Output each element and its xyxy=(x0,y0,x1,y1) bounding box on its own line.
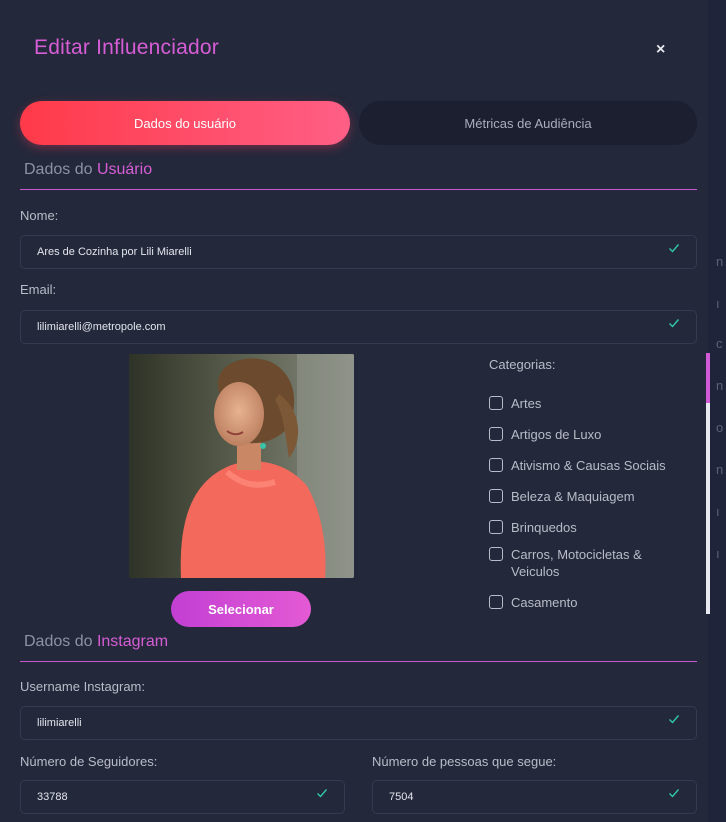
background-text-fragment: ı xyxy=(716,296,720,311)
following-value: 7504 xyxy=(389,791,414,803)
checkbox[interactable] xyxy=(489,547,503,561)
category-item-beleza[interactable]: Beleza & Maquiagem xyxy=(489,488,687,505)
email-field[interactable]: lilimiarelli@metropole.com xyxy=(20,310,697,344)
check-icon xyxy=(669,244,680,253)
background-text-fragment: n xyxy=(716,462,724,477)
background-text-fragment: n xyxy=(716,254,724,269)
name-field[interactable]: Ares de Cozinha por Lili Miarelli xyxy=(20,235,697,269)
instagram-username-field[interactable]: lilimiarelli xyxy=(20,706,697,740)
email-label: Email: xyxy=(20,282,57,297)
category-item-ativismo[interactable]: Ativismo & Causas Sociais xyxy=(489,457,687,474)
checkbox[interactable] xyxy=(489,427,503,441)
section-heading-accent: Usuário xyxy=(96,161,153,178)
followers-label: Número de Seguidores: xyxy=(20,754,158,769)
background-page-edge xyxy=(708,0,726,822)
following-label: Número de pessoas que segue: xyxy=(372,754,557,769)
section-heading-user: Dados do Usuário xyxy=(20,161,697,190)
check-icon xyxy=(317,789,328,798)
tab-audience-metrics[interactable]: Métricas de Audiência xyxy=(359,101,697,145)
following-field[interactable]: 7504 xyxy=(372,780,697,814)
background-text-fragment: c xyxy=(716,336,723,351)
check-icon xyxy=(669,319,680,328)
background-text-fragment: ı xyxy=(716,546,720,561)
checkbox[interactable] xyxy=(489,595,503,609)
check-icon xyxy=(669,789,680,798)
section-heading-instagram: Dados do Instagram xyxy=(20,633,697,662)
checkbox[interactable] xyxy=(489,489,503,503)
profile-photo xyxy=(129,354,354,578)
category-item-casamento[interactable]: Casamento xyxy=(489,594,687,611)
followers-value: 33788 xyxy=(37,791,68,803)
checkbox[interactable] xyxy=(489,520,503,534)
name-label: Nome: xyxy=(20,208,59,223)
category-label: Artigos de Luxo xyxy=(511,427,602,442)
select-photo-button[interactable]: Selecionar xyxy=(171,591,311,627)
category-item-brinquedos[interactable]: Brinquedos xyxy=(489,519,687,536)
tab-user-data[interactable]: Dados do usuário xyxy=(20,101,350,145)
background-text-fragment: ı xyxy=(716,504,720,519)
check-icon xyxy=(669,715,680,724)
section-heading-accent: Instagram xyxy=(96,633,169,650)
close-icon[interactable]: × xyxy=(656,41,665,59)
category-item-artigos-de-luxo[interactable]: Artigos de Luxo xyxy=(489,426,687,443)
category-item-artes[interactable]: Artes xyxy=(489,395,687,412)
categories-label: Categorias: xyxy=(489,357,556,372)
instagram-username-label: Username Instagram: xyxy=(20,679,145,694)
section-heading-prefix: Dados do xyxy=(24,161,93,178)
checkbox[interactable] xyxy=(489,396,503,410)
background-text-fragment: n xyxy=(716,378,724,393)
checkbox[interactable] xyxy=(489,458,503,472)
modal-title: Editar Influenciador xyxy=(34,36,219,59)
edit-influencer-modal: n ı c n o n ı ı Editar Influenciador × D… xyxy=(0,0,726,822)
category-item-carros[interactable]: Carros, Motocicletas & Veiculos xyxy=(489,546,687,580)
category-label: Casamento xyxy=(511,595,578,610)
background-text-fragment: o xyxy=(716,420,724,435)
category-label: Artes xyxy=(511,396,542,411)
category-label: Brinquedos xyxy=(511,520,577,535)
instagram-username-value: lilimiarelli xyxy=(37,717,82,729)
categories-scrollbar-thumb[interactable] xyxy=(706,353,710,403)
profile-photo-image xyxy=(129,354,354,578)
category-label: Carros, Motocicletas & Veiculos xyxy=(511,547,642,579)
category-label: Beleza & Maquiagem xyxy=(511,489,635,504)
followers-field[interactable]: 33788 xyxy=(20,780,345,814)
category-label: Ativismo & Causas Sociais xyxy=(511,458,666,473)
name-value: Ares de Cozinha por Lili Miarelli xyxy=(37,246,192,258)
email-value: lilimiarelli@metropole.com xyxy=(37,321,166,333)
section-heading-prefix: Dados do xyxy=(24,633,93,650)
